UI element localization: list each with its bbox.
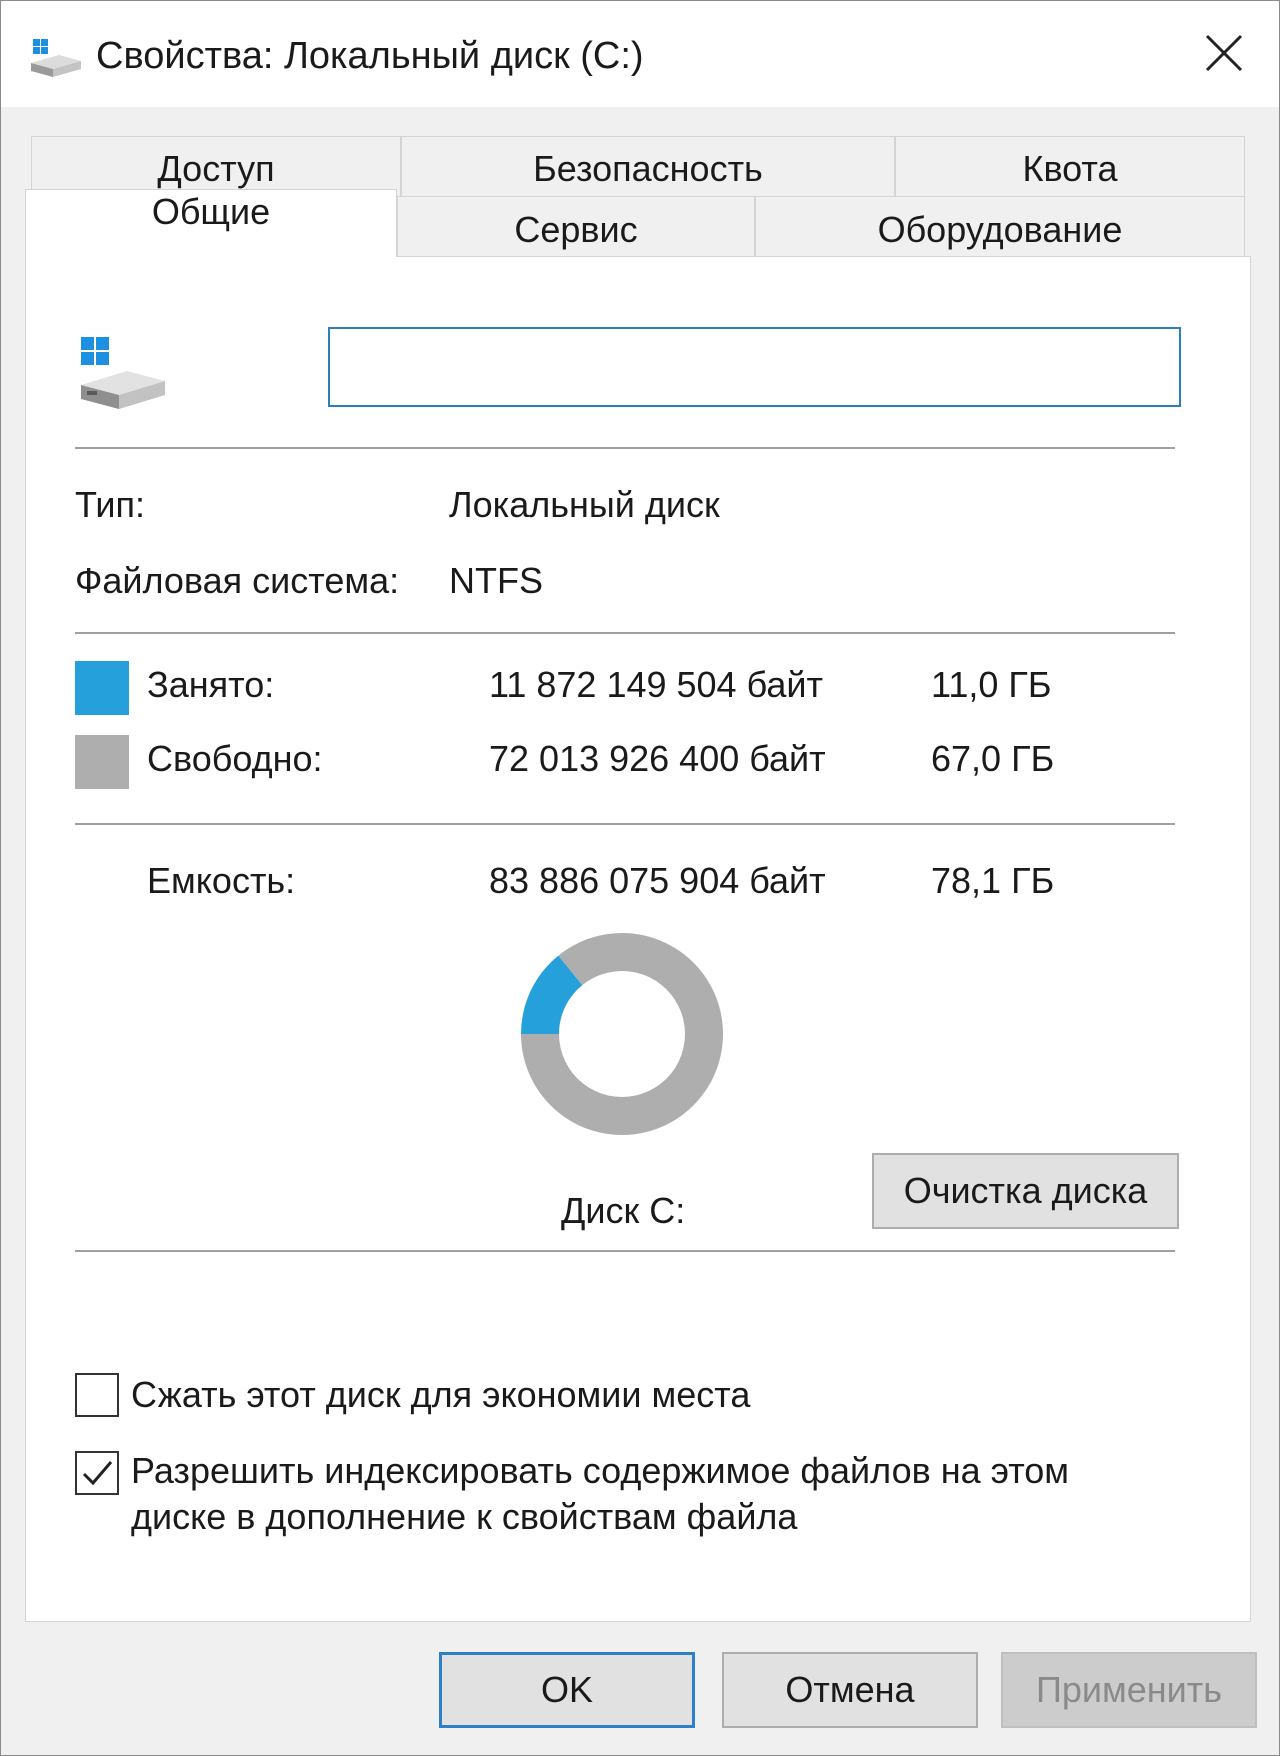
- tab-security[interactable]: Безопасность: [401, 136, 895, 196]
- disk-cleanup-button[interactable]: Очистка диска: [872, 1153, 1179, 1229]
- drive-icon: [31, 39, 81, 77]
- capacity-label: Емкость:: [147, 860, 296, 901]
- separator: [75, 1250, 1175, 1252]
- allow-indexing-label-line2: диске в дополнение к свойствам файла: [131, 1496, 798, 1537]
- cancel-button[interactable]: Отмена: [722, 1652, 978, 1728]
- capacity-size: 78,1 ГБ: [931, 860, 1055, 901]
- filesystem-value: NTFS: [449, 560, 543, 601]
- used-space-label: Занято:: [147, 664, 275, 705]
- close-icon: [1205, 34, 1243, 72]
- compress-drive-checkbox[interactable]: [75, 1373, 119, 1417]
- drive-icon: [81, 337, 165, 409]
- separator: [75, 823, 1175, 825]
- capacity-bytes: 83 886 075 904 байт: [489, 860, 826, 901]
- filesystem-label: Файловая система:: [75, 560, 400, 601]
- used-space-swatch: [75, 661, 129, 715]
- compress-drive-label: Сжать этот диск для экономии места: [131, 1374, 751, 1415]
- separator: [75, 632, 1175, 634]
- tab-access[interactable]: Доступ: [31, 136, 401, 196]
- close-button[interactable]: [1191, 23, 1257, 83]
- checkmark-icon: [82, 1461, 113, 1486]
- title-bar: Свойства: Локальный диск (C:): [1, 1, 1279, 107]
- tab-general[interactable]: Общие: [25, 189, 397, 257]
- volume-label-input[interactable]: [328, 327, 1181, 407]
- tab-tools[interactable]: Сервис: [397, 196, 755, 256]
- disk-caption: Диск C:: [561, 1190, 686, 1231]
- free-space-bytes: 72 013 926 400 байт: [489, 738, 826, 779]
- tab-hardware[interactable]: Оборудование: [755, 196, 1245, 256]
- separator: [75, 447, 1175, 449]
- free-space-size: 67,0 ГБ: [931, 738, 1055, 779]
- ok-button[interactable]: OK: [439, 1652, 695, 1728]
- used-space-size: 11,0 ГБ: [931, 664, 1052, 705]
- type-label: Тип:: [75, 484, 146, 525]
- properties-dialog: Свойства: Локальный диск (C:) Доступ Без…: [0, 0, 1280, 1756]
- free-space-swatch: [75, 735, 129, 789]
- free-space-label: Свободно:: [147, 738, 323, 779]
- type-value: Локальный диск: [449, 484, 720, 525]
- tab-quota[interactable]: Квота: [895, 136, 1245, 196]
- disk-usage-donut-chart: [521, 933, 723, 1135]
- window-title: Свойства: Локальный диск (C:): [96, 35, 644, 77]
- allow-indexing-checkbox[interactable]: [75, 1451, 119, 1495]
- apply-button[interactable]: Применить: [1001, 1652, 1257, 1728]
- used-space-bytes: 11 872 149 504 байт: [489, 664, 823, 705]
- allow-indexing-label-line1: Разрешить индексировать содержимое файло…: [131, 1450, 1070, 1491]
